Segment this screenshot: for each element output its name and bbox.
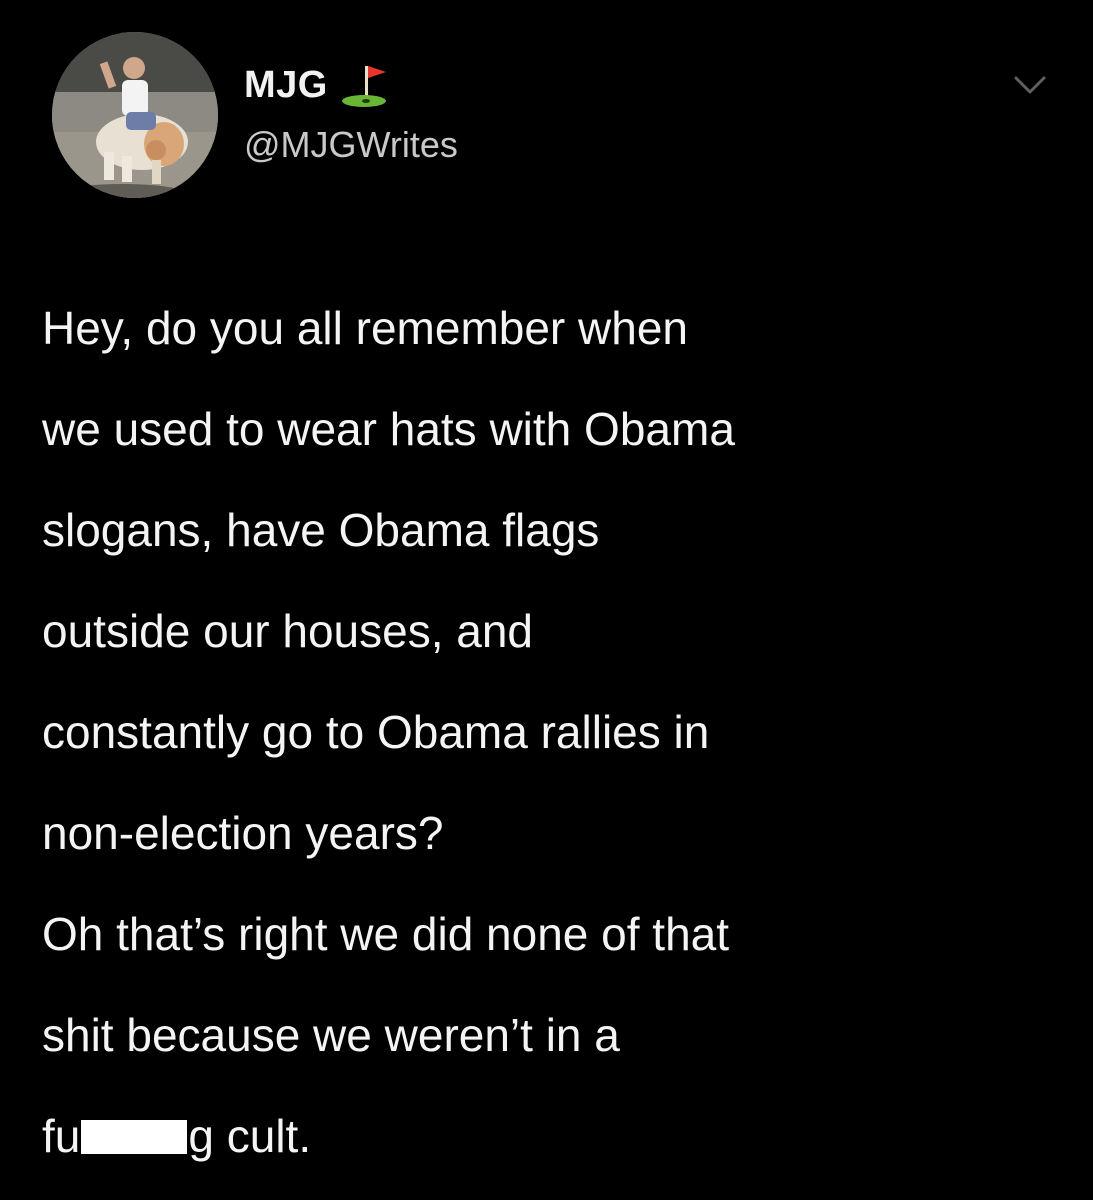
tweet-line: Oh that’s right we did none of that	[42, 908, 730, 960]
tweet-line: constantly go to Obama rallies in	[42, 706, 710, 758]
last-line-suffix: g cult.	[188, 1110, 312, 1162]
tweet-last-line: fu g cult.	[42, 1086, 1062, 1187]
tweet-line: shit because we weren’t in a	[42, 1009, 620, 1061]
chevron-down-icon[interactable]	[1010, 70, 1050, 100]
tweet-line: Hey, do you all remember when	[42, 302, 688, 354]
last-line-prefix: fu	[42, 1110, 81, 1162]
display-name[interactable]: MJG	[244, 62, 392, 108]
user-handle[interactable]: @MJGWrites	[244, 124, 458, 166]
tweet-paragraph-1: Hey, do you all remember when we used to…	[42, 278, 1062, 884]
tweet-line: slogans, have Obama flags	[42, 504, 600, 556]
tweet-line: non-election years?	[42, 807, 444, 859]
tweet-text: Hey, do you all remember when we used to…	[42, 278, 1062, 1187]
censor-bar	[81, 1120, 188, 1154]
tweet: MJG @MJGWrites Hey, do you all remember …	[0, 0, 1093, 1200]
tweet-line: outside our houses, and	[42, 605, 534, 657]
display-name-text[interactable]: MJG	[244, 64, 328, 107]
tweet-line: we used to wear hats with Obama	[42, 403, 735, 455]
golf-flag-icon	[340, 62, 392, 108]
avatar-photo	[52, 32, 218, 198]
avatar[interactable]	[52, 32, 218, 198]
tweet-paragraph-2: Oh that’s right we did none of that shit…	[42, 884, 1062, 1187]
